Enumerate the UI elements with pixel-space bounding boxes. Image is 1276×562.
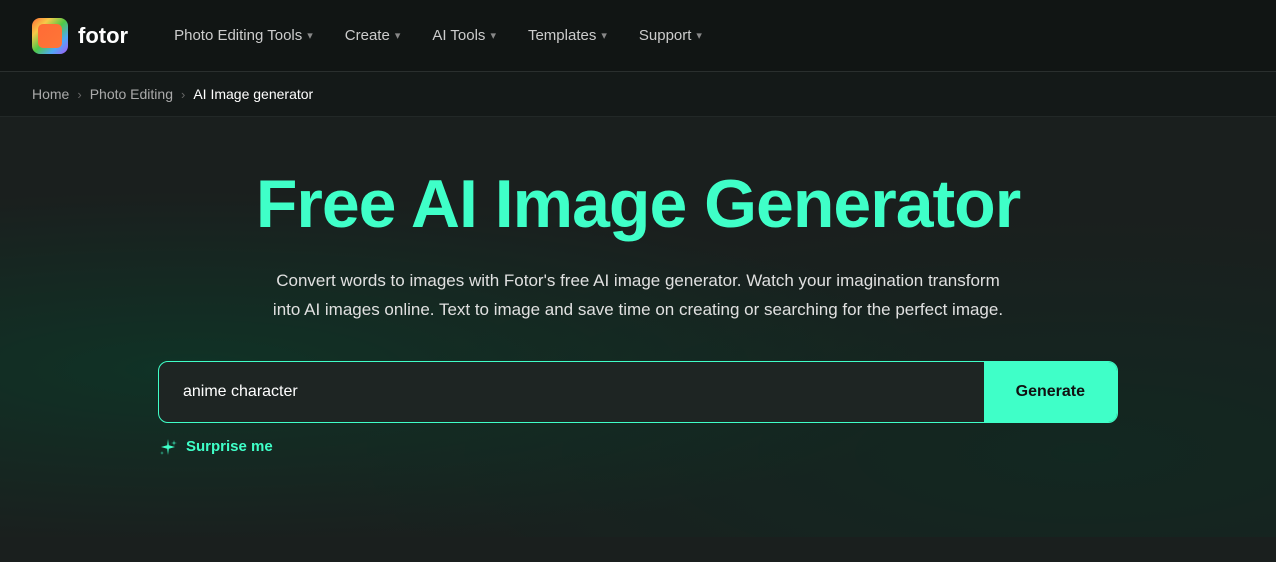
nav-items: Photo Editing Tools ▾ Create ▾ AI Tools … [160,19,1244,52]
breadcrumb: Home › Photo Editing › AI Image generato… [0,72,1276,117]
chevron-icon: ▾ [395,29,401,42]
nav-label-create: Create [345,27,390,44]
breadcrumb-photo-editing[interactable]: Photo Editing [90,86,173,102]
chevron-icon: ▾ [696,29,702,42]
sparkle-icon [158,437,178,457]
breadcrumb-current: AI Image generator [193,86,313,102]
nav-item-ai-tools[interactable]: AI Tools ▾ [418,19,510,52]
input-area: Generate Surprise me [158,361,1118,457]
breadcrumb-sep-1: › [77,87,81,102]
hero-title: Free AI Image Generator [256,165,1020,243]
navbar: fotor Photo Editing Tools ▾ Create ▾ AI … [0,0,1276,72]
surprise-row[interactable]: Surprise me [158,437,1118,457]
fotor-logo-icon [32,18,68,54]
nav-label-templates: Templates [528,27,596,44]
logo-area[interactable]: fotor [32,18,128,54]
nav-item-photo-editing-tools[interactable]: Photo Editing Tools ▾ [160,19,327,52]
breadcrumb-home[interactable]: Home [32,86,69,102]
breadcrumb-sep-2: › [181,87,185,102]
nav-label-photo-editing-tools: Photo Editing Tools [174,27,302,44]
surprise-label[interactable]: Surprise me [186,438,273,455]
generate-button[interactable]: Generate [984,362,1117,422]
prompt-input[interactable] [159,362,984,422]
logo-text: fotor [78,23,128,49]
nav-item-templates[interactable]: Templates ▾ [514,19,621,52]
nav-label-support: Support [639,27,692,44]
input-row: Generate [158,361,1118,423]
hero-subtitle: Convert words to images with Fotor's fre… [268,267,1008,325]
nav-item-create[interactable]: Create ▾ [331,19,415,52]
chevron-icon: ▾ [490,29,496,42]
chevron-icon: ▾ [601,29,607,42]
nav-item-support[interactable]: Support ▾ [625,19,716,52]
chevron-icon: ▾ [307,29,313,42]
nav-label-ai-tools: AI Tools [432,27,485,44]
main-content: Free AI Image Generator Convert words to… [0,117,1276,537]
